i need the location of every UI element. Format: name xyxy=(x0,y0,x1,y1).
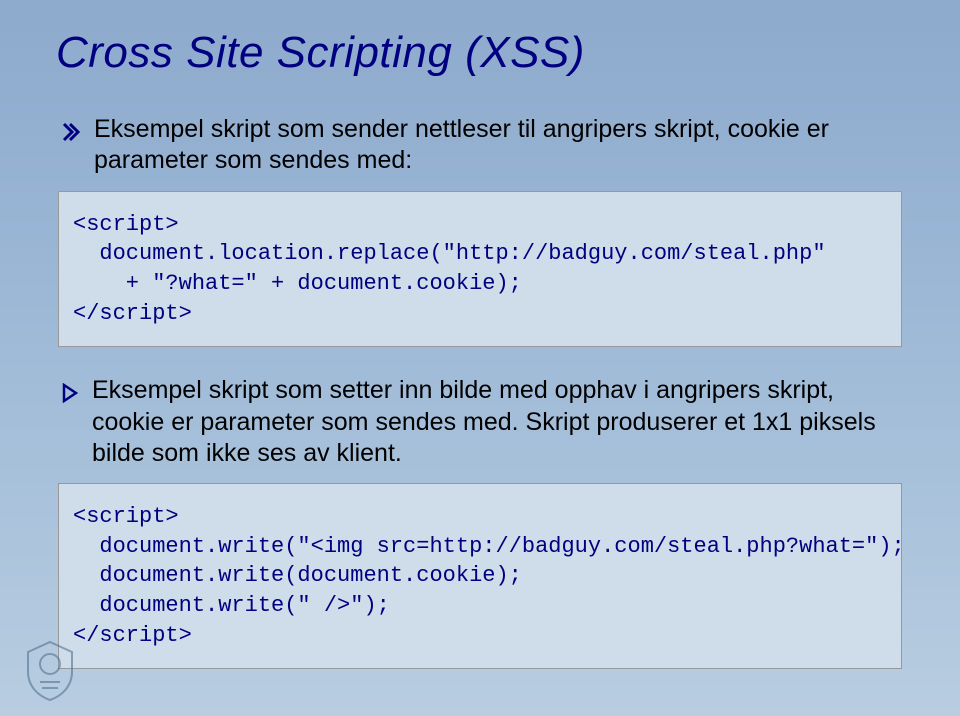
bullet-item-1: Eksempel skript som sender nettleser til… xyxy=(56,114,904,177)
institution-logo xyxy=(22,638,78,702)
slide: Cross Site Scripting (XSS) Eksempel skri… xyxy=(0,0,960,716)
chevron-right-icon xyxy=(62,122,80,142)
slide-title: Cross Site Scripting (XSS) xyxy=(56,28,904,78)
bullet-text-2: Eksempel skript som setter inn bilde med… xyxy=(92,375,904,469)
bullet-item-2: Eksempel skript som setter inn bilde med… xyxy=(56,375,904,469)
triangle-right-icon xyxy=(62,383,78,403)
code-block-2: <script> document.write("<img src=http:/… xyxy=(58,483,902,669)
code-block-1: <script> document.location.replace("http… xyxy=(58,191,902,348)
bullet-text-1: Eksempel skript som sender nettleser til… xyxy=(94,114,904,177)
